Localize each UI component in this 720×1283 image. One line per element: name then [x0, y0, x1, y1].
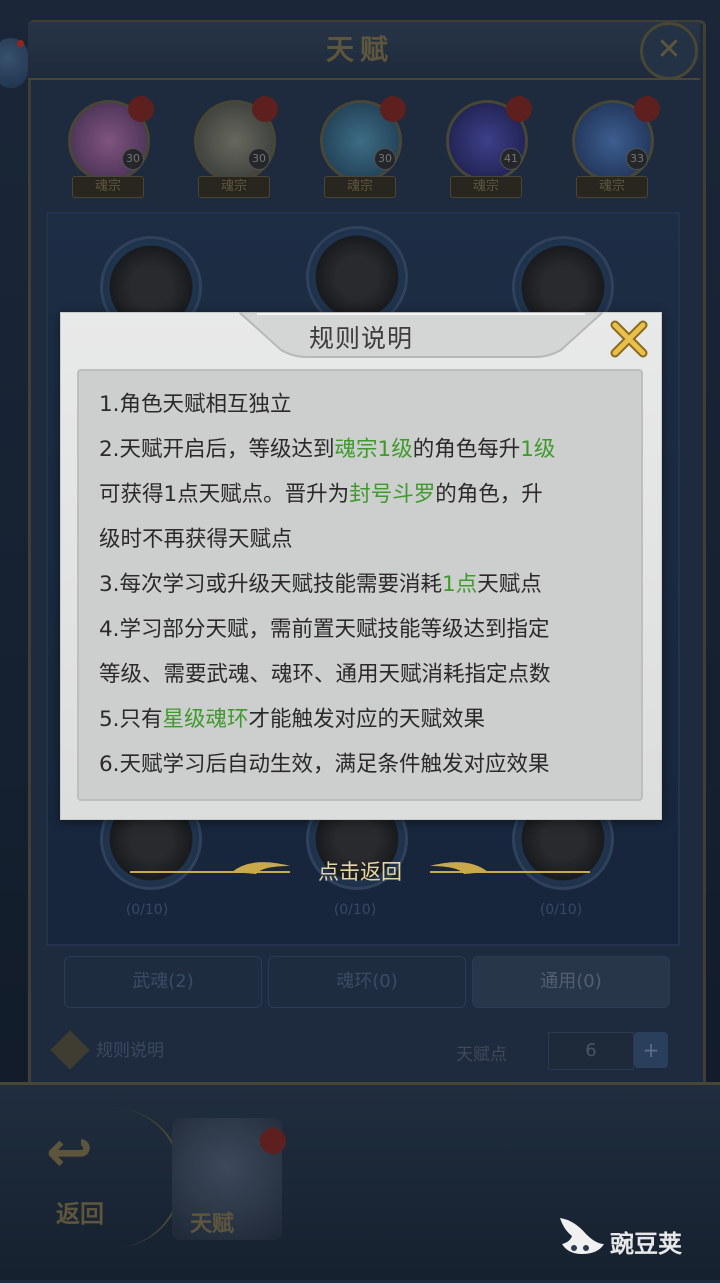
rule-line: 4.学习部分天赋，需前置天赋技能等级达到指定	[99, 616, 550, 644]
rule-line: 5.只有星级魂环才能触发对应的天赋效果	[99, 706, 485, 734]
rule-text: 4.学习部分天赋，需前置天赋技能等级达到指定	[99, 617, 550, 642]
rule-line: 级时不再获得天赋点	[99, 526, 293, 554]
rule-text: 才能触发对应的天赋效果	[248, 707, 486, 732]
rule-text: 天赋点	[477, 572, 542, 597]
highlight-text: 封号斗罗	[349, 482, 436, 507]
rule-line: 1.角色天赋相互独立	[99, 391, 292, 419]
rule-line: 6.天赋学习后自动生效，满足条件触发对应效果	[99, 751, 550, 779]
rule-text: 3.每次学习或升级天赋技能需要消耗	[99, 572, 443, 597]
rule-text: 可获得1点天赋点。晋升为	[99, 482, 350, 507]
dialog-title: 规则说明	[308, 324, 413, 353]
rule-text: 的角色，升	[435, 482, 543, 507]
close-icon[interactable]	[607, 317, 651, 361]
rule-line: 3.每次学习或升级天赋技能需要消耗1点天赋点	[99, 571, 542, 599]
rule-line: 2.天赋开启后，等级达到魂宗1级的角色每升1级	[99, 436, 555, 464]
watermark-text: 豌豆荚	[610, 1230, 682, 1258]
highlight-text: 1级	[520, 437, 556, 462]
rule-text: 的角色每升	[412, 437, 521, 462]
wandoujia-logo-icon	[560, 1218, 604, 1254]
highlight-text: 魂宗1级	[334, 437, 413, 462]
rule-line: 可获得1点天赋点。晋升为封号斗罗的角色，升	[99, 481, 543, 509]
rule-text: 等级、需要武魂、魂环、通用天赋消耗指定点数	[99, 662, 551, 687]
rules-dialog: 规则说明 1.角色天赋相互独立 2.天赋开启后，等级达到魂宗1级的角色每升1级 …	[60, 312, 662, 820]
tap-to-return-button[interactable]: 点击返回	[0, 856, 720, 886]
rule-text: 1.角色天赋相互独立	[99, 392, 292, 417]
rule-text: 2.天赋开启后，等级达到	[99, 437, 335, 462]
rule-text: 5.只有	[99, 707, 163, 732]
highlight-text: 星级魂环	[162, 707, 249, 732]
highlight-text: 1点	[442, 572, 478, 597]
rules-content: 1.角色天赋相互独立 2.天赋开启后，等级达到魂宗1级的角色每升1级 可获得1点…	[77, 369, 643, 801]
rule-text: 级时不再获得天赋点	[99, 527, 293, 552]
rule-text: 6.天赋学习后自动生效，满足条件触发对应效果	[99, 752, 550, 777]
rule-line: 等级、需要武魂、魂环、通用天赋消耗指定点数	[99, 661, 551, 689]
